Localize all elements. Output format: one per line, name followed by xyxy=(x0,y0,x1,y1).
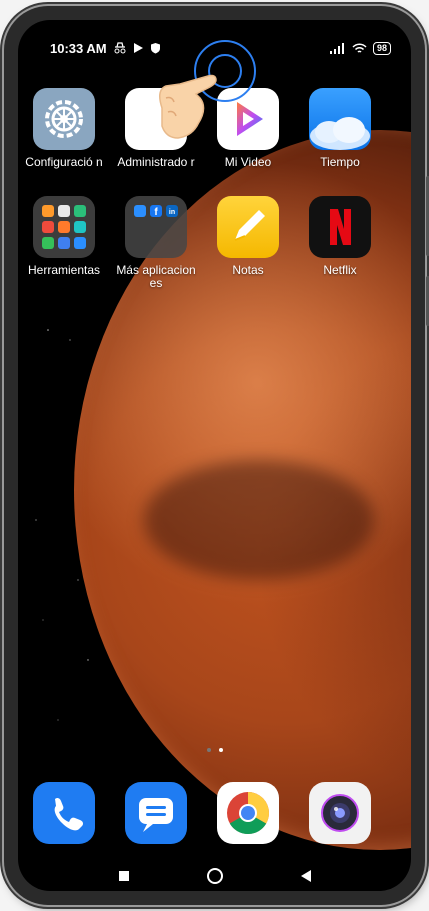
navigation-bar xyxy=(18,866,411,886)
page-dot xyxy=(206,748,211,752)
app-notas[interactable]: Notas xyxy=(208,196,288,277)
app-label: Notas xyxy=(232,263,264,277)
notes-pencil-icon xyxy=(217,196,279,258)
app-configuracion[interactable]: Configuració n xyxy=(24,88,104,169)
messages-icon xyxy=(125,782,187,844)
page-dot-active xyxy=(218,748,223,752)
wifi-icon xyxy=(352,42,367,53)
app-label: Configuració n xyxy=(25,155,103,169)
dock-messages[interactable] xyxy=(116,782,196,844)
play-store-icon xyxy=(133,43,143,53)
app-label: Tiempo xyxy=(320,155,360,169)
app-label: Administrado r xyxy=(117,155,195,169)
weather-cloud-icon xyxy=(309,88,371,150)
app-mas-aplicaciones[interactable]: f in Más aplicaciones xyxy=(116,196,196,290)
back-triangle-icon[interactable] xyxy=(300,869,312,883)
settings-gear-icon xyxy=(33,88,95,150)
svg-text:in: in xyxy=(169,209,175,216)
phone-frame: 10:33 AM 98 Configuració n Administrado … xyxy=(4,6,429,905)
home-circle-icon[interactable] xyxy=(206,867,224,885)
recents-square-icon[interactable] xyxy=(118,870,130,882)
more-apps-folder-icon: f in xyxy=(125,196,187,258)
page-indicator xyxy=(18,748,411,752)
app-label: Netflix xyxy=(323,263,357,277)
signal-icon xyxy=(329,42,344,54)
dock-phone[interactable] xyxy=(24,782,104,844)
dock-camera[interactable] xyxy=(300,782,380,844)
incognito-icon xyxy=(114,42,126,54)
app-tiempo[interactable]: Tiempo xyxy=(300,88,380,169)
camera-icon xyxy=(309,782,371,844)
pointing-hand-icon xyxy=(159,74,217,139)
clock: 10:33 AM xyxy=(50,40,107,56)
chrome-icon xyxy=(217,782,279,844)
app-label: Más aplicaciones xyxy=(116,263,196,290)
app-label: Mi Video xyxy=(224,155,272,169)
battery-indicator: 98 xyxy=(372,41,391,55)
netflix-n-icon xyxy=(309,196,371,258)
tools-folder-icon xyxy=(33,196,95,258)
app-label: Herramientas xyxy=(27,263,101,277)
dock-chrome[interactable] xyxy=(208,782,288,844)
app-herramientas[interactable]: Herramientas xyxy=(24,196,104,277)
phone-icon xyxy=(33,782,95,844)
app-netflix[interactable]: Netflix xyxy=(300,196,380,277)
shield-icon xyxy=(150,43,160,54)
home-screen: 10:33 AM 98 Configuració n Administrado … xyxy=(18,20,411,891)
